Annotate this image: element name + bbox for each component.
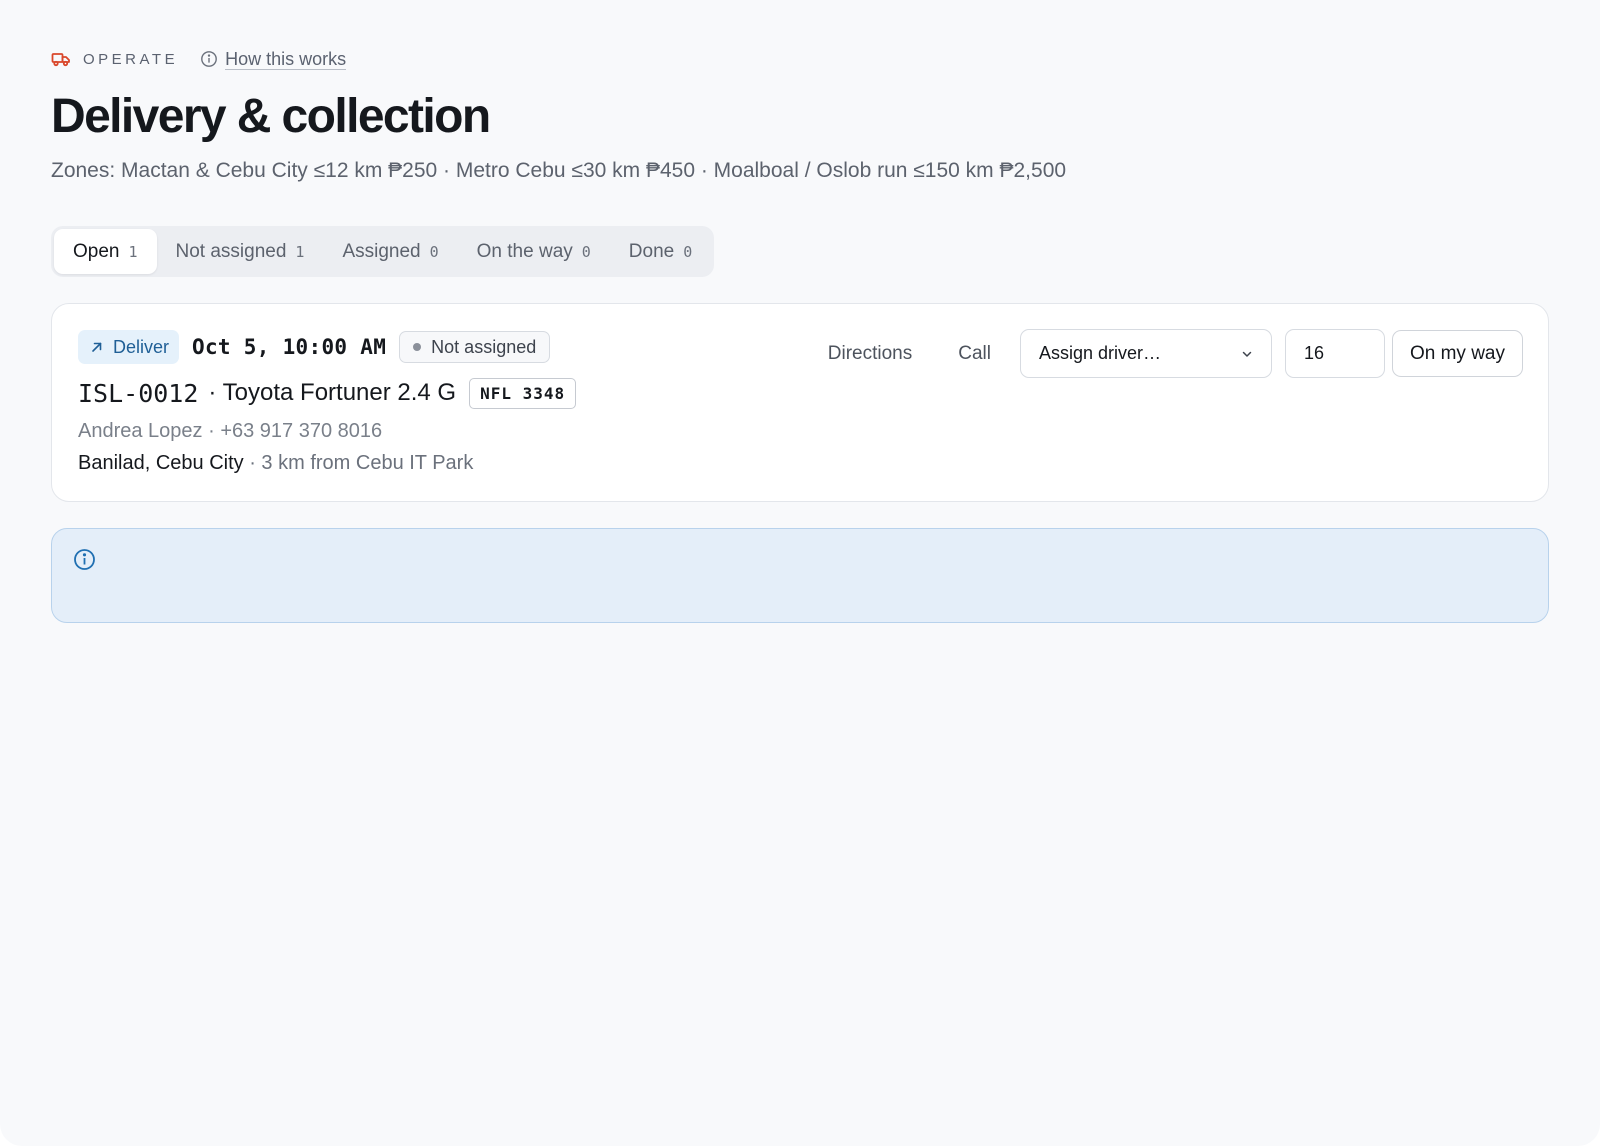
assign-driver-value: Assign driver… (1038, 343, 1162, 363)
tab-label: Open (73, 241, 120, 262)
section-eyebrow: OPERATE How this works (51, 44, 1549, 74)
chevron-down-icon (1240, 347, 1254, 361)
status-badge: Not assigned (399, 331, 551, 363)
vehicle-name: · Toyota Fortuner 2.4 G (208, 379, 457, 406)
tab-not-assigned[interactable]: Not assigned 1 (157, 229, 324, 274)
call-button[interactable]: Call (935, 330, 1014, 378)
tab-label: Done (628, 241, 675, 262)
tab-assigned[interactable]: Assigned 0 (323, 229, 457, 274)
status-tabs: Open 1 Not assigned 1 Assigned 0 On the … (51, 226, 715, 277)
tab-done[interactable]: Done 0 (610, 229, 711, 274)
job-type-badge: Deliver (78, 330, 180, 364)
how-this-works-link[interactable]: How this works (225, 49, 347, 70)
page-title: Delivery & collection (51, 90, 491, 143)
assign-driver-select[interactable]: Assign driver… (1019, 329, 1272, 378)
job-title-row: ISL-0012 · Toyota Fortuner 2.4 G NFL 334… (78, 377, 1522, 409)
info-icon (200, 50, 218, 68)
job-type-label: Deliver (113, 336, 170, 357)
distance: · 3 km from Cebu IT Park (243, 452, 474, 474)
tab-count: 0 (683, 243, 693, 261)
on-my-way-button[interactable]: On my way (1391, 330, 1523, 377)
customer-contact: Andrea Lopez · +63 917 370 8016 (78, 420, 383, 442)
job-card: Deliver Oct 5, 10:00 AM Not assigned ISL… (51, 303, 1549, 502)
tab-label: Assigned (342, 241, 421, 262)
tab-label: On the way (476, 241, 573, 262)
tab-count: 1 (295, 243, 305, 261)
page: OPERATE How this works Delivery & collec… (0, 0, 1600, 1146)
job-reference: ISL-0012 (78, 378, 199, 408)
eta-minutes-input[interactable] (1284, 329, 1385, 378)
zones-summary: Zones: Mactan & Cebu City ≤12 km ₱250 · … (51, 159, 1067, 182)
info-panel (51, 528, 1549, 623)
directions-button[interactable]: Directions (805, 330, 935, 378)
truck-icon (51, 50, 71, 68)
status-label: Not assigned (431, 336, 537, 357)
plate-number: NFL 3348 (469, 377, 577, 409)
address-line: Banilad, Cebu City · 3 km from Cebu IT P… (78, 451, 1522, 475)
arrow-up-right-icon (90, 340, 104, 354)
section-label: OPERATE (83, 50, 179, 68)
tab-count: 1 (128, 243, 138, 261)
tab-label: Not assigned (175, 241, 287, 262)
job-actions: Directions Call Assign driver… On my way (805, 329, 1523, 378)
job-datetime: Oct 5, 10:00 AM (192, 335, 387, 359)
tab-open[interactable]: Open 1 (54, 229, 157, 274)
address: Banilad, Cebu City (78, 452, 244, 474)
status-dot (413, 343, 422, 351)
tab-count: 0 (581, 243, 591, 261)
tab-on-the-way[interactable]: On the way 0 (458, 229, 610, 274)
tab-count: 0 (429, 243, 439, 261)
info-icon (73, 548, 96, 571)
